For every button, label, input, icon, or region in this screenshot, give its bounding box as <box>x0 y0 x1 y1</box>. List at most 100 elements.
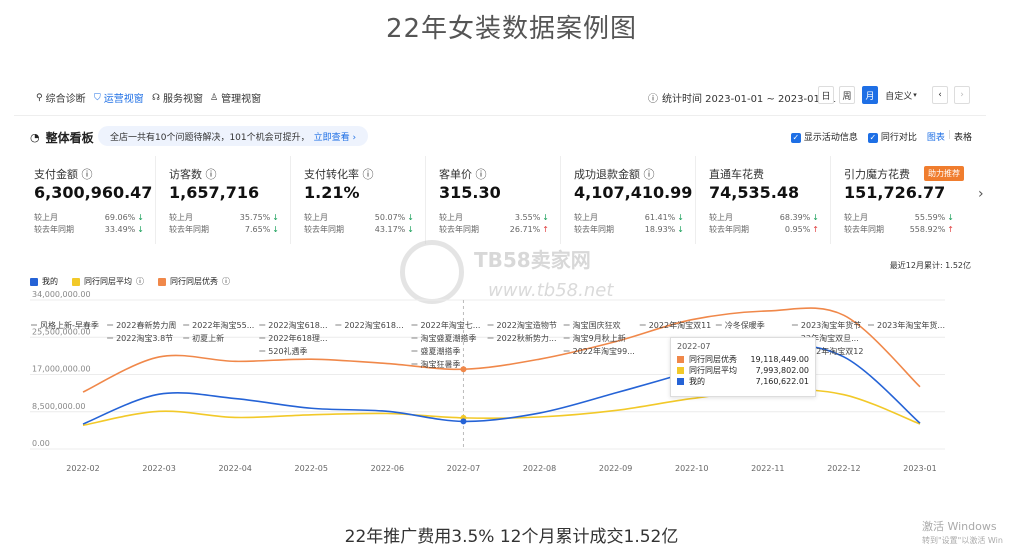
trend-arrow-icon: ↑ <box>812 225 819 234</box>
metric-compare-month: 较上月 3.55% ↓ <box>439 212 549 223</box>
chevron-right-icon[interactable]: › <box>978 186 984 202</box>
compare-percent: 55.59% <box>914 213 946 222</box>
separator: | <box>947 130 951 140</box>
metric-cards: 支付金额 ⓘ 6,300,960.47 较上月 69.06% ↓ 较去年同期 33.49% ↓… <box>26 156 974 246</box>
dashboard-icon: ◔ <box>30 131 40 144</box>
metric-value: 151,726.77 <box>844 183 946 202</box>
period-custom-button[interactable]: 自定义 ▾ <box>885 86 917 104</box>
metric-card[interactable]: 直通车花费 74,535.48 较上月 68.39% ↓ 较去年同期 0.95% ↑ <box>701 156 831 244</box>
compare-label: 较去年同期 <box>34 225 74 234</box>
legend-peer-avg[interactable]: 同行同层平均 ⓘ <box>72 276 144 287</box>
metric-name: 直通车花费 <box>709 168 764 181</box>
metric-value: 315.30 <box>439 183 501 202</box>
event-label: 2023淘宝年货节 <box>801 320 861 330</box>
legend-swatch <box>158 277 166 286</box>
period-month-button[interactable]: 月 <box>862 86 878 104</box>
recommend-badge[interactable]: 助力推荐 <box>924 166 964 181</box>
legend-mine[interactable]: 我的 <box>30 276 58 287</box>
compare-value: 18.93% ↓ <box>645 224 684 235</box>
recent-total: 最近12月累计: 1.52亿 <box>889 261 971 270</box>
show-activity-toggle[interactable]: ✓ 显示活动信息 <box>790 130 858 143</box>
compare-label: 较去年同期 <box>709 225 749 234</box>
page-title: 22年女装数据案例图 <box>385 14 638 44</box>
trend-arrow-icon: ↓ <box>407 225 414 234</box>
chart-view-link[interactable]: 图表 <box>927 130 945 143</box>
compare-value: 50.07% ↓ <box>375 212 414 223</box>
event-label: 淘宝狂暑季 <box>420 359 460 369</box>
prev-button[interactable]: ‹ <box>932 86 948 104</box>
period-week-button[interactable]: 周 <box>839 86 855 104</box>
metric-card[interactable]: 访客数 ⓘ 1,657,716 较上月 35.75% ↓ 较去年同期 7.65% ↓ <box>161 156 291 244</box>
compare-percent: 0.95% <box>784 225 811 234</box>
chart-legend: 我的 同行同层平均 ⓘ 同行同层优秀 ⓘ <box>30 276 230 287</box>
metric-compare-month: 较上月 68.39% ↓ <box>709 212 819 223</box>
legend-label: 同行同层平均 <box>84 277 132 286</box>
event-label: 2022年618理... <box>268 333 327 343</box>
tab-label: 管理视窗 <box>221 94 262 105</box>
stat-time-text: 统计时间 2023-01-01 ~ 2023-01-31 <box>662 94 837 105</box>
event-label: 2023年淘宝年货... <box>877 320 945 330</box>
metric-compare-month: 较上月 35.75% ↓ <box>169 212 279 223</box>
compare-label: 较上月 <box>709 213 733 222</box>
x-tick-label: 2022-03 <box>142 464 175 473</box>
trend-arrow-icon: ↓ <box>407 213 414 222</box>
tooltip-swatch <box>677 378 684 385</box>
shield-icon: ⛉ <box>94 92 101 103</box>
event-label: 盛夏潮搭季 <box>420 346 460 356</box>
compare-label: 较上月 <box>169 213 193 222</box>
next-button[interactable]: › <box>954 86 970 104</box>
peer-compare-toggle[interactable]: ✓ 同行对比 <box>867 130 917 143</box>
chart-tooltip: 2022-07 同行同层优秀 19,118,449.00 同行同层平均 7,993,… <box>670 337 816 397</box>
metric-compare-year: 较去年同期 26.71% ↑ <box>439 224 549 235</box>
tab-management[interactable]: ♙ 管理视窗 <box>210 90 262 106</box>
overview-title-text: 整体看板 <box>45 131 94 145</box>
metric-card[interactable]: 引力魔方花费 151,726.77 较上月 55.59% ↓ 较去年同期 558.92% ↑ 助… <box>836 156 966 244</box>
tab-diagnosis[interactable]: ⚲ 综合诊断 <box>36 90 86 106</box>
tab-service[interactable]: ☊ 服务视窗 <box>152 90 203 106</box>
tooltip-value: 19,118,449.00 <box>750 355 809 364</box>
table-view-link[interactable]: 表格 <box>954 130 972 143</box>
show-activity-label: 显示活动信息 <box>803 133 858 143</box>
compare-percent: 69.06% <box>104 213 136 222</box>
metric-card[interactable]: 支付金额 ⓘ 6,300,960.47 较上月 69.06% ↓ 较去年同期 33.49% ↓ <box>26 156 156 244</box>
activation-sub: 转到"设置"以激活 Win <box>922 536 1003 545</box>
compare-percent: 7.65% <box>244 225 271 234</box>
x-tick-label: 2022-12 <box>827 464 860 473</box>
checkbox-icon: ✓ <box>790 133 801 143</box>
event-label: 初夏上新 <box>192 333 224 343</box>
overview-title: ◔ 整体看板 <box>30 129 94 146</box>
compare-value: 43.17% ↓ <box>375 224 414 235</box>
trend-arrow-icon: ↓ <box>272 213 279 222</box>
metric-compare-year: 较去年同期 558.92% ↑ <box>844 224 954 235</box>
tooltip-value: 7,993,802.00 <box>755 366 809 375</box>
compare-label: 较去年同期 <box>844 225 884 234</box>
view-now-link[interactable]: 立即查看 › <box>314 130 356 143</box>
period-day-button[interactable]: 日 <box>818 86 834 104</box>
trend-arrow-icon: ↑ <box>947 225 954 234</box>
trend-arrow-icon: ↓ <box>812 213 819 222</box>
tab-label: 服务视窗 <box>163 94 203 105</box>
compare-label: 较去年同期 <box>574 225 614 234</box>
trend-arrow-icon: ↓ <box>677 225 684 234</box>
compare-label: 较上月 <box>304 213 328 222</box>
divider <box>14 115 986 116</box>
headset-icon: ☊ <box>152 92 160 103</box>
tooltip-series: 同行同层优秀 <box>689 355 737 364</box>
tooltip-series: 我的 <box>689 377 705 386</box>
trend-chart[interactable]: 0.008,500,000.0017,000,000.0025,500,000.… <box>0 290 1023 480</box>
x-tick-label: 2022-07 <box>447 464 480 473</box>
compare-label: 较上月 <box>439 213 463 222</box>
event-label: 2022春新势力周 <box>116 320 176 330</box>
legend-peer-top[interactable]: 同行同层优秀 ⓘ <box>158 276 230 287</box>
metric-card[interactable]: 客单价 ⓘ 315.30 较上月 3.55% ↓ 较去年同期 26.71% ↑ <box>431 156 561 244</box>
compare-percent: 43.17% <box>374 225 406 234</box>
compare-percent: 558.92% <box>909 225 946 234</box>
y-tick-label: 17,000,000.00 <box>32 365 91 374</box>
compare-value: 558.92% ↑ <box>910 224 954 235</box>
x-tick-label: 2023-01 <box>903 464 936 473</box>
metric-card[interactable]: 支付转化率 ⓘ 1.21% 较上月 50.07% ↓ 较去年同期 43.17% ↓ <box>296 156 426 244</box>
tab-operations[interactable]: ⛉ 运营视窗 <box>94 90 144 106</box>
event-label: 2022淘宝618... <box>268 320 327 330</box>
metric-card[interactable]: 成功退款金额 ⓘ 4,107,410.99 较上月 61.41% ↓ 较去年同期 18.93… <box>566 156 696 244</box>
compare-label: 较去年同期 <box>169 225 209 234</box>
